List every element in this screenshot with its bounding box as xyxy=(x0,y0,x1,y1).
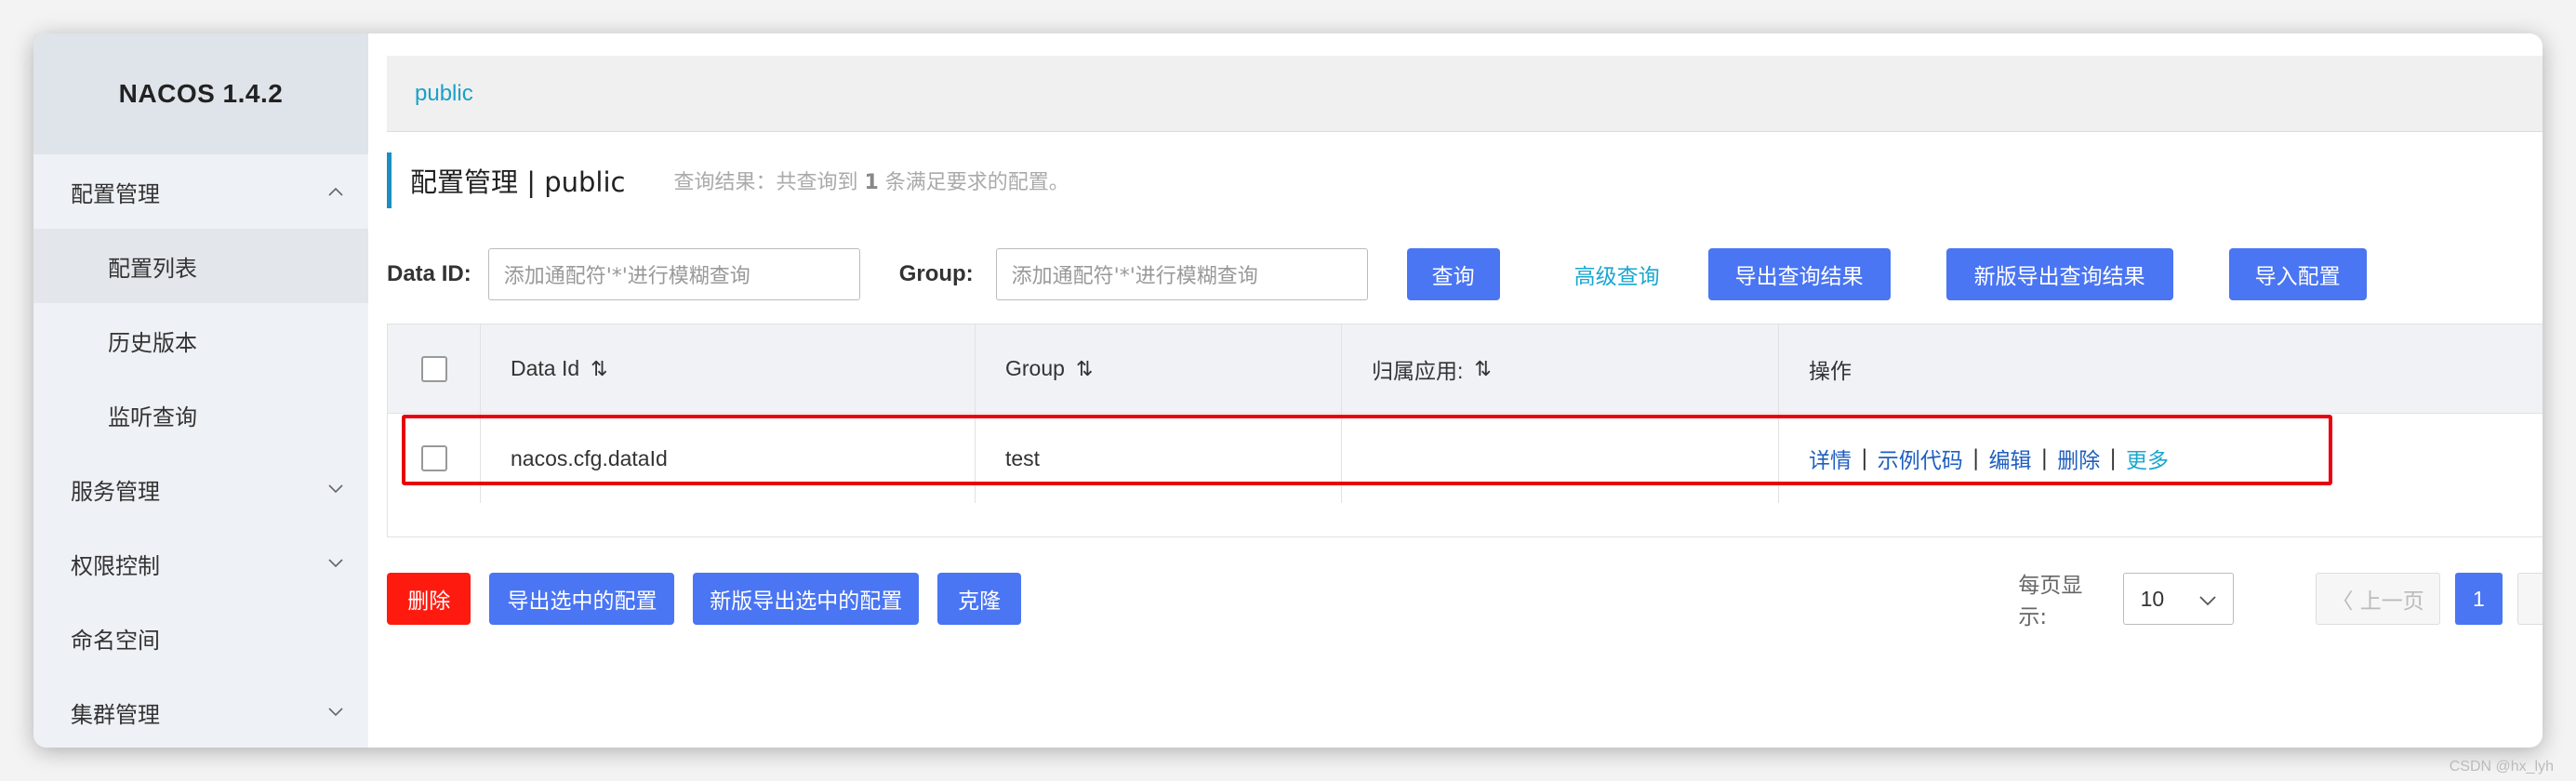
bottom-toolbar: 删除 导出选中的配置 新版导出选中的配置 克隆 每页显示: 10 〈 上一页 1 xyxy=(387,573,2543,629)
more-link[interactable]: 更多 xyxy=(2126,443,2169,474)
chevron-down-icon xyxy=(325,702,346,722)
separator: | xyxy=(1861,446,1868,470)
export-selected-button[interactable]: 导出选中的配置 xyxy=(489,573,675,625)
table-row: nacos.cfg.dataId test 详情 | 示例代码 | 编辑 | 删… xyxy=(388,414,2543,503)
page-title: 配置管理 | public xyxy=(410,166,626,198)
chevron-down-icon xyxy=(325,479,346,499)
main-content: public 配置管理 | public 查询结果：共查询到 1 条满足要求的配… xyxy=(368,33,2543,748)
group-placeholder: 添加通配符'*'进行模糊查询 xyxy=(1011,265,1258,288)
next-page-button[interactable] xyxy=(2516,573,2543,625)
namespace-bar: public xyxy=(387,56,2543,132)
cell-operations: 详情 | 示例代码 | 编辑 | 删除 | 更多 xyxy=(1779,414,2543,503)
sidebar-item-label: 配置列表 xyxy=(108,255,197,282)
app-window: NACOS 1.4.2 配置管理 配置列表 历史版本 监听查询 服务管理 权限控… xyxy=(33,33,2543,748)
row-checkbox-cell xyxy=(388,414,481,503)
sidebar-item-history[interactable]: 历史版本 xyxy=(33,303,368,377)
import-config-button[interactable]: 导入配置 xyxy=(2228,248,2367,300)
column-label: 操作 xyxy=(1809,358,1852,383)
export-results-new-button[interactable]: 新版导出查询结果 xyxy=(1945,248,2173,300)
sidebar-item-cluster-management[interactable]: 集群管理 xyxy=(33,675,368,748)
sidebar: NACOS 1.4.2 配置管理 配置列表 历史版本 监听查询 服务管理 权限控… xyxy=(33,33,368,748)
separator: | xyxy=(1972,446,1980,470)
delete-button[interactable]: 删除 xyxy=(387,573,471,625)
sidebar-item-label: 监听查询 xyxy=(108,404,197,430)
watermark: CSDN @hx_lyh xyxy=(2449,759,2554,774)
edit-link[interactable]: 编辑 xyxy=(1989,443,2032,474)
sidebar-item-config-management[interactable]: 配置管理 xyxy=(33,154,368,229)
chevron-down-icon xyxy=(325,553,346,574)
sidebar-item-service-management[interactable]: 服务管理 xyxy=(33,452,368,526)
export-results-button[interactable]: 导出查询结果 xyxy=(1707,248,1891,300)
column-label: Data Id xyxy=(511,356,580,380)
column-label: 归属应用: xyxy=(1372,358,1464,383)
brand-title: NACOS 1.4.2 xyxy=(33,33,368,154)
header-checkbox-cell xyxy=(388,324,481,413)
advanced-query-link[interactable]: 高级查询 xyxy=(1574,258,1660,290)
sidebar-item-config-list[interactable]: 配置列表 xyxy=(33,229,368,303)
group-input[interactable]: 添加通配符'*'进行模糊查询 xyxy=(995,248,1368,300)
query-summary: 查询结果：共查询到 1 条满足要求的配置。 xyxy=(673,171,1069,194)
separator: | xyxy=(2109,446,2117,470)
sample-code-link[interactable]: 示例代码 xyxy=(1878,443,1963,474)
dataid-label: Data ID: xyxy=(387,261,471,286)
sidebar-item-label: 配置管理 xyxy=(71,180,160,207)
page-header: 配置管理 | public 查询结果：共查询到 1 条满足要求的配置。 xyxy=(387,152,2543,208)
column-label: Group xyxy=(1005,356,1065,380)
export-selected-new-button[interactable]: 新版导出选中的配置 xyxy=(693,573,919,625)
result-count: 1 xyxy=(864,171,879,194)
sidebar-item-access-control[interactable]: 权限控制 xyxy=(33,526,368,601)
row-checkbox[interactable] xyxy=(421,445,447,471)
sidebar-item-label: 集群管理 xyxy=(71,701,160,728)
cell-app xyxy=(1342,414,1779,503)
column-header-group[interactable]: Group ⇅ xyxy=(976,324,1342,413)
separator: | xyxy=(2040,446,2049,470)
sidebar-item-label: 历史版本 xyxy=(108,329,197,356)
dataid-input[interactable]: 添加通配符'*'进行模糊查询 xyxy=(487,248,860,300)
cell-group: test xyxy=(976,414,1342,503)
cell-data-id: nacos.cfg.dataId xyxy=(481,414,976,503)
namespace-tab-public[interactable]: public xyxy=(415,81,473,107)
page-size-label: 每页显示: xyxy=(2018,574,2083,629)
column-header-app[interactable]: 归属应用: ⇅ xyxy=(1342,324,1779,413)
column-header-operations: 操作 xyxy=(1779,324,2543,413)
page-size-value: 10 xyxy=(2140,586,2165,611)
sidebar-item-listener-query[interactable]: 监听查询 xyxy=(33,377,368,452)
chevron-down-icon xyxy=(2199,587,2216,612)
query-button[interactable]: 查询 xyxy=(1406,248,1500,300)
page-size-select[interactable]: 10 xyxy=(2122,573,2235,625)
sidebar-item-namespace[interactable]: 命名空间 xyxy=(33,601,368,675)
sort-icon[interactable]: ⇅ xyxy=(591,357,607,381)
sidebar-item-label: 服务管理 xyxy=(71,478,160,505)
dataid-placeholder: 添加通配符'*'进行模糊查询 xyxy=(503,265,750,288)
config-table: Data Id ⇅ Group ⇅ 归属应用: ⇅ 操作 nacos.cfg.d… xyxy=(387,324,2543,537)
sidebar-item-label: 权限控制 xyxy=(71,552,160,579)
clone-button[interactable]: 克隆 xyxy=(936,573,1022,625)
detail-link[interactable]: 详情 xyxy=(1809,443,1852,474)
sort-icon[interactable]: ⇅ xyxy=(1076,357,1093,381)
prev-page-button[interactable]: 〈 上一页 xyxy=(2316,573,2441,625)
select-all-checkbox[interactable] xyxy=(421,355,447,382)
search-bar: Data ID: 添加通配符'*'进行模糊查询 Group: 添加通配符'*'进… xyxy=(387,247,2543,301)
sort-icon[interactable]: ⇅ xyxy=(1474,357,1491,381)
chevron-up-icon xyxy=(325,181,346,202)
group-label: Group: xyxy=(898,261,974,286)
delete-link[interactable]: 删除 xyxy=(2057,443,2100,474)
table-header: Data Id ⇅ Group ⇅ 归属应用: ⇅ 操作 xyxy=(388,324,2543,414)
column-header-data-id[interactable]: Data Id ⇅ xyxy=(481,324,976,413)
sidebar-item-label: 命名空间 xyxy=(71,627,160,654)
page-button-current[interactable]: 1 xyxy=(2455,573,2503,625)
